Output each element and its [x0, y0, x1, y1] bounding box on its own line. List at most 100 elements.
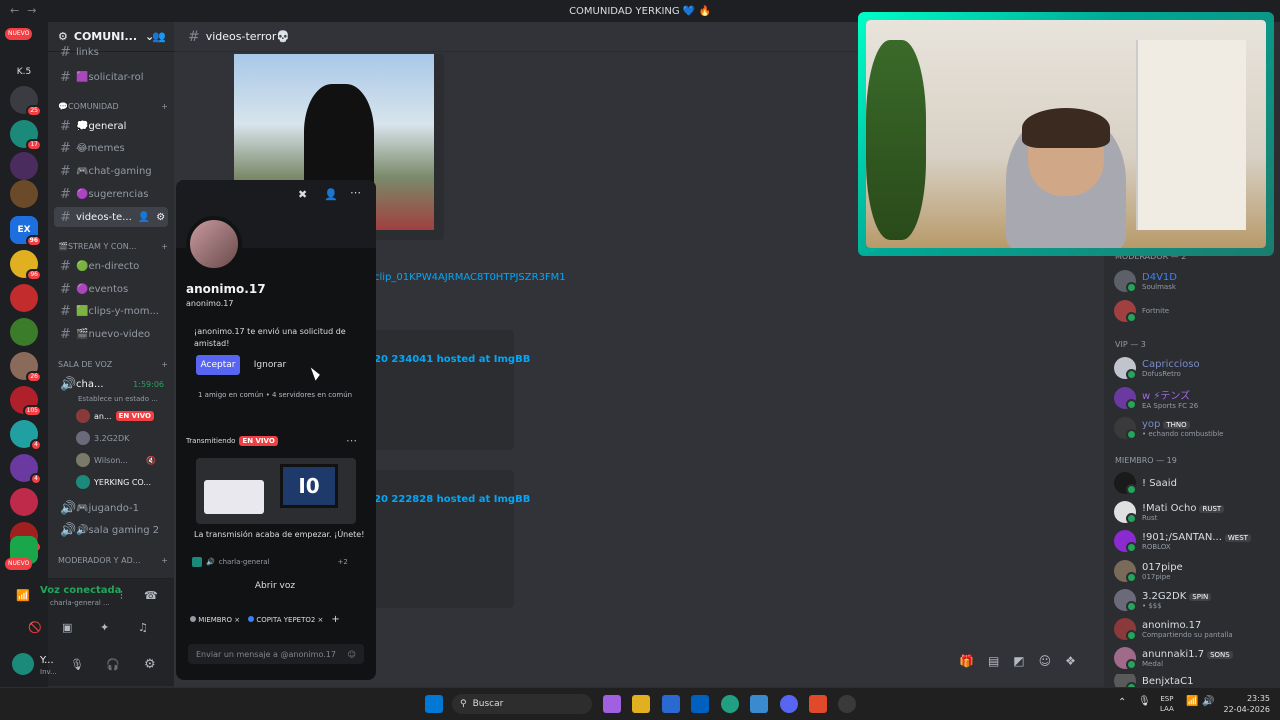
- server-icon[interactable]: [10, 180, 38, 208]
- member-item[interactable]: Fortnite: [1114, 298, 1274, 324]
- taskbar-search[interactable]: ⚲ Buscar: [452, 694, 592, 714]
- server-icon[interactable]: 26: [10, 352, 42, 383]
- brave-icon[interactable]: [809, 695, 827, 713]
- member-item[interactable]: yop THNO • echando combustible: [1114, 415, 1274, 441]
- more-options-icon[interactable]: ⋯: [350, 186, 361, 199]
- member-item[interactable]: !901;/SANTAN... WEST ROBLOX: [1114, 528, 1274, 554]
- channel-videos-terror[interactable]: # videos-te... 👤 ⚙: [54, 207, 168, 227]
- category-moderador[interactable]: MODERADOR Y AD... +: [58, 556, 168, 565]
- embed-title[interactable]: 20 222828 hosted at ImgBB: [374, 494, 530, 505]
- message-input[interactable]: Enviar un mensaje a @anonimo.17 ☺: [188, 644, 364, 664]
- voice-user[interactable]: 3.2G2DK: [76, 429, 129, 447]
- server-icon[interactable]: 96: [10, 250, 42, 281]
- invite-icon[interactable]: 👤: [138, 212, 150, 223]
- chevron-up-icon[interactable]: ⌃: [1118, 697, 1126, 708]
- channel-eventos[interactable]: # 🟣eventos: [54, 279, 168, 299]
- camera-off-icon[interactable]: 🚫: [28, 621, 42, 634]
- add-channel-icon[interactable]: +: [161, 556, 168, 565]
- headphones-icon[interactable]: 🎧: [106, 658, 120, 671]
- member-item[interactable]: D4V1D Soulmask: [1114, 268, 1274, 294]
- embed-title[interactable]: 20 234041 hosted at ImgBB: [374, 354, 530, 365]
- server-icon[interactable]: [10, 318, 38, 346]
- channel-clips[interactable]: # 🟩clips-y-mom...: [54, 301, 168, 321]
- windows-start-icon[interactable]: [425, 695, 443, 713]
- disconnect-icon[interactable]: ☎: [144, 589, 158, 602]
- gift-icon[interactable]: 🎁: [959, 654, 974, 668]
- server-icon-k5[interactable]: K.5: [10, 58, 38, 86]
- channel-links[interactable]: # links: [54, 46, 168, 58]
- gear-icon[interactable]: ⚙: [156, 212, 165, 223]
- member-item[interactable]: anonimo.17 Compartiendo su pantalla: [1114, 616, 1274, 642]
- discord-icon[interactable]: [780, 695, 798, 713]
- edge-icon[interactable]: [721, 695, 739, 713]
- voice-channel-jugando[interactable]: 🔊 🎮jugando-1: [54, 498, 168, 518]
- apps-icon[interactable]: ❖: [1065, 654, 1076, 668]
- open-voice-button[interactable]: Abrir voz: [194, 576, 356, 596]
- microphone-icon[interactable]: 🎙: [70, 658, 84, 671]
- remove-friend-icon[interactable]: ✖: [298, 188, 307, 201]
- member-item[interactable]: 3.2G2DK SPIN • $$$: [1114, 587, 1274, 613]
- outlook-icon[interactable]: [691, 695, 709, 713]
- channel-en-directo[interactable]: # 🟢en-directo: [54, 256, 168, 276]
- channel-sugerencias[interactable]: # 🟣sugerencias: [54, 184, 168, 204]
- more-options-icon[interactable]: ⋯: [346, 434, 357, 447]
- server-icon[interactable]: 105: [10, 386, 42, 417]
- voice-user[interactable]: Wilson... 🔇: [76, 451, 156, 469]
- channel-solicitar-rol[interactable]: # 🟪solicitar-rol: [54, 67, 168, 87]
- channel-chat-gaming[interactable]: # 🎮chat-gaming: [54, 161, 168, 181]
- member-item[interactable]: ! Saaid: [1114, 470, 1274, 496]
- member-item[interactable]: w ⚡テンズ EA Sports FC 26: [1114, 385, 1274, 411]
- add-channel-icon[interactable]: +: [161, 102, 168, 111]
- copilot-icon[interactable]: [603, 695, 621, 713]
- clock[interactable]: 23:35 22-04-2026: [1222, 693, 1271, 715]
- soundboard-icon[interactable]: ♫: [138, 621, 148, 634]
- file-explorer-icon[interactable]: [632, 695, 650, 713]
- user-avatar[interactable]: [12, 653, 34, 675]
- message-link[interactable]: clip_01KPW4AJRMAC8T0HTPJSZR3FM1: [374, 272, 566, 283]
- ignore-button[interactable]: Ignorar: [248, 355, 292, 375]
- channel-memes[interactable]: # 😂memes: [54, 138, 168, 158]
- member-item[interactable]: anunnaki1.7 SONS Medal: [1114, 645, 1274, 671]
- emoji-icon[interactable]: ☺: [348, 650, 356, 659]
- wifi-icon[interactable]: 📶: [1186, 696, 1198, 707]
- category-comunidad[interactable]: 💬COMUNIDAD +: [58, 102, 168, 111]
- add-friend-icon[interactable]: 👤: [324, 188, 338, 201]
- member-item[interactable]: 017pipe 017pipe: [1114, 558, 1274, 584]
- server-icon[interactable]: 4: [10, 454, 42, 485]
- server-icon[interactable]: EX 96: [10, 216, 42, 247]
- voice-user[interactable]: an... EN VIVO: [76, 407, 154, 425]
- category-sala-de-voz[interactable]: SALA DE VOZ +: [58, 360, 168, 369]
- member-item[interactable]: !Mati Ocho RUST Rust: [1114, 499, 1274, 525]
- server-icon[interactable]: [10, 488, 38, 516]
- store-icon[interactable]: [662, 695, 680, 713]
- nav-arrows-icon[interactable]: ←→: [10, 4, 44, 17]
- obs-icon[interactable]: [838, 695, 856, 713]
- member-item[interactable]: BenjxtaC1: [1114, 674, 1274, 688]
- channel-nuevo-video[interactable]: # 🎬nuevo-video: [54, 324, 168, 344]
- microphone-icon[interactable]: 🎙: [1138, 696, 1151, 707]
- gif-icon[interactable]: ▤: [988, 654, 999, 668]
- category-stream[interactable]: 🎬STREAM Y CON... +: [58, 242, 168, 251]
- mutual-info[interactable]: 1 amigo en común • 4 servidores en común: [198, 391, 352, 399]
- server-icon[interactable]: 4: [10, 420, 42, 451]
- gear-icon[interactable]: ⚙: [144, 657, 156, 672]
- voice-channel-sala-gaming[interactable]: 🔊 🔊sala gaming 2: [54, 520, 168, 540]
- screen-share-icon[interactable]: ▣: [62, 621, 72, 634]
- language-indicator[interactable]: ESP LAA: [1160, 694, 1174, 714]
- noise-suppression-icon[interactable]: ⫶: [120, 589, 123, 603]
- channel-general[interactable]: # 💭general: [54, 116, 168, 136]
- server-icon[interactable]: [10, 152, 38, 180]
- add-channel-icon[interactable]: +: [161, 242, 168, 251]
- server-icon[interactable]: [10, 284, 38, 312]
- server-icon[interactable]: 25: [10, 86, 42, 117]
- sticker-icon[interactable]: ◩: [1013, 654, 1024, 668]
- add-channel-icon[interactable]: +: [161, 360, 168, 369]
- profile-avatar[interactable]: [186, 216, 242, 272]
- add-role-icon[interactable]: +: [331, 614, 339, 625]
- member-item[interactable]: Capriccioso DofusRetro: [1114, 355, 1274, 381]
- emoji-icon[interactable]: ☺: [1039, 654, 1052, 668]
- server-icon[interactable]: 17: [10, 120, 42, 151]
- add-member-icon[interactable]: 👥: [152, 30, 166, 43]
- activities-icon[interactable]: ✦: [100, 621, 109, 634]
- app-icon[interactable]: [750, 695, 768, 713]
